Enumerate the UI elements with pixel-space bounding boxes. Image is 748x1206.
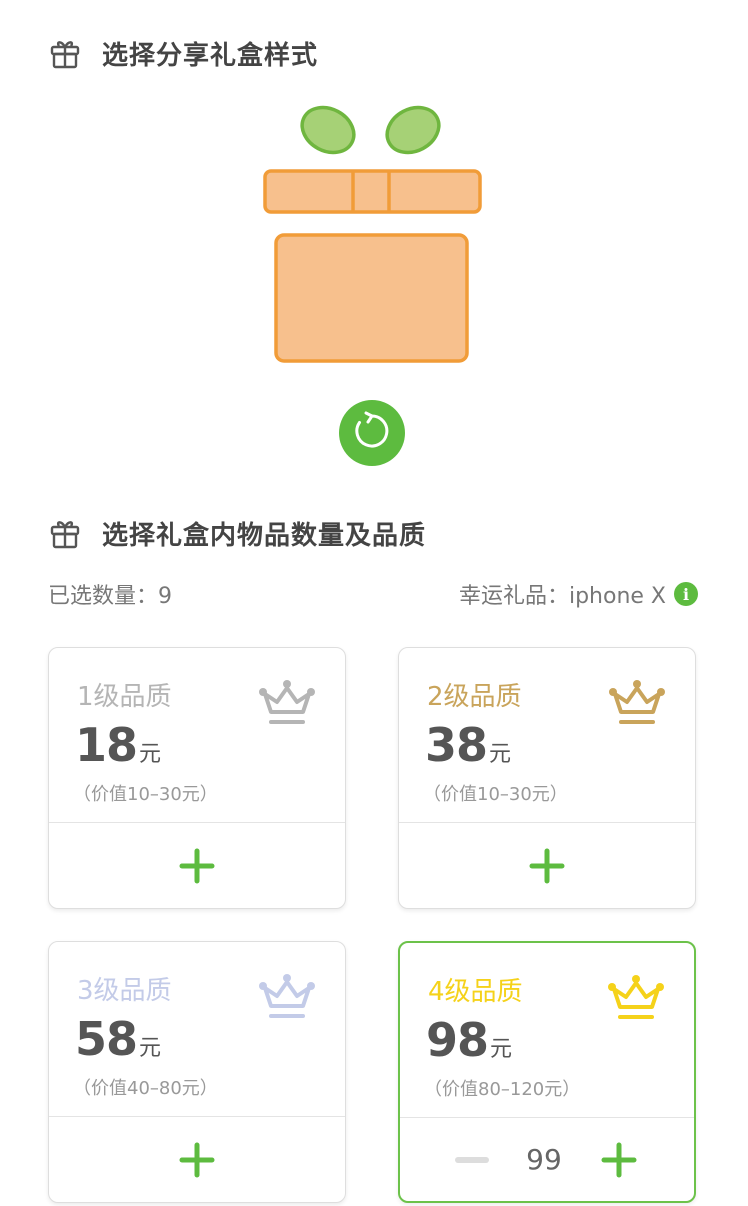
quality-card-3[interactable]: 3级品质 58 元 （价值40–80元） — [48, 941, 346, 1203]
plus-icon[interactable] — [599, 1140, 639, 1180]
plus-icon[interactable] — [177, 846, 217, 886]
price-value: 58 — [75, 1012, 138, 1066]
price-value: 98 — [426, 1013, 489, 1067]
value-range: （价值10–30元） — [73, 784, 218, 805]
crown-icon — [607, 678, 667, 730]
quality-level: 1级品质 — [77, 682, 172, 712]
quality-level: 3级品质 — [77, 976, 172, 1006]
price-unit: 元 — [139, 1036, 162, 1061]
price-unit: 元 — [490, 1037, 513, 1062]
info-icon[interactable]: i — [674, 582, 698, 606]
section-title-contents: 选择礼盒内物品数量及品质 — [48, 513, 426, 553]
value-range: （价值10–30元） — [423, 784, 568, 805]
price-unit: 元 — [489, 742, 512, 767]
quality-card-1[interactable]: 1级品质 18 元 （价值10–30元） — [48, 647, 346, 909]
section-title-text: 选择礼盒内物品数量及品质 — [102, 520, 427, 551]
section-title-box-style: 选择分享礼盒样式 — [48, 33, 318, 73]
selected-count: 已选数量：9 — [48, 584, 172, 609]
price: 98 元 — [426, 1013, 512, 1067]
price: 38 元 — [425, 718, 511, 772]
crown-icon — [257, 678, 317, 730]
refresh-icon — [352, 411, 392, 455]
quantity-stepper: 99 — [400, 1118, 694, 1201]
quantity-controls — [399, 823, 695, 908]
price: 58 元 — [75, 1012, 161, 1066]
value-range: （价值40–80元） — [73, 1078, 218, 1099]
stats-row: 已选数量：9 幸运礼品：iphone X i — [48, 578, 698, 610]
minus-icon[interactable] — [455, 1156, 489, 1164]
plus-icon[interactable] — [177, 1140, 217, 1180]
gift-icon — [48, 516, 82, 550]
quantity-controls — [49, 1117, 345, 1202]
gift-icon — [48, 36, 82, 70]
price-value: 38 — [425, 718, 488, 772]
quality-level: 2级品质 — [427, 682, 522, 712]
quality-card-4[interactable]: 4级品质 98 元 （价值80–120元） 99 — [398, 941, 696, 1203]
quantity-value[interactable]: 99 — [489, 1143, 599, 1176]
quantity-controls — [49, 823, 345, 908]
section-title-text: 选择分享礼盒样式 — [102, 40, 319, 71]
gift-box-preview[interactable] — [262, 104, 484, 366]
plus-icon[interactable] — [527, 846, 567, 886]
lucky-gift: 幸运礼品：iphone X i — [459, 578, 698, 610]
crown-icon — [257, 972, 317, 1024]
crown-icon — [606, 973, 666, 1025]
value-range: （价值80–120元） — [424, 1079, 581, 1100]
price-unit: 元 — [139, 742, 162, 767]
price: 18 元 — [75, 718, 161, 772]
lucky-gift-label: 幸运礼品：iphone X — [458, 584, 666, 609]
quality-card-2[interactable]: 2级品质 38 元 （价值10–30元） — [398, 647, 696, 909]
quality-level: 4级品质 — [428, 977, 523, 1007]
refresh-button[interactable] — [339, 400, 405, 466]
price-value: 18 — [75, 718, 138, 772]
